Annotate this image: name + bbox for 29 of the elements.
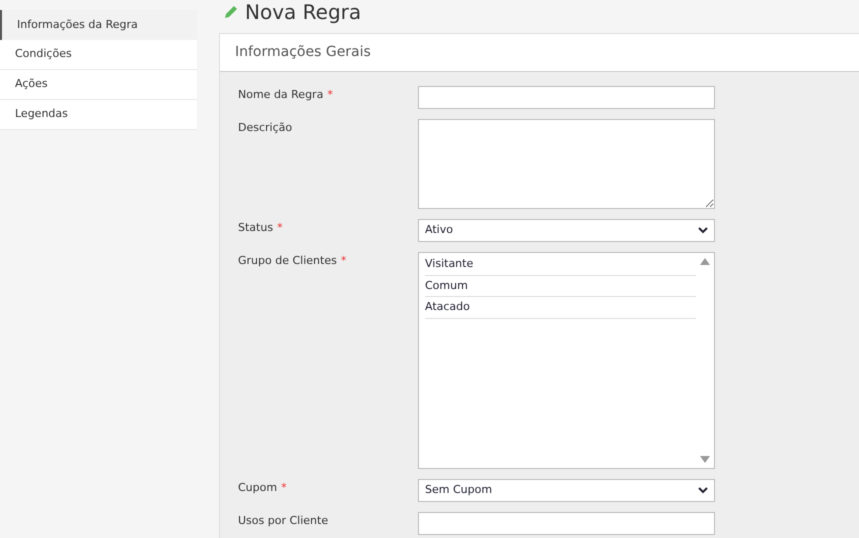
field-label: Nome da Regra	[238, 87, 324, 103]
list-option[interactable]: Atacado	[425, 297, 696, 318]
field-label: Grupo de Clientes	[238, 253, 337, 269]
scroll-up-icon[interactable]	[700, 258, 710, 265]
required-icon: *	[281, 480, 287, 496]
field-label: Usos por Cliente	[238, 513, 328, 529]
chevron-down-icon	[698, 487, 708, 494]
text-area[interactable]	[418, 119, 715, 209]
pencil-icon	[223, 4, 239, 20]
page-title: Nova Regra	[245, 0, 362, 24]
panel-title: Informações Gerais	[235, 43, 371, 62]
sidebar-item[interactable]: Condições	[0, 40, 197, 70]
required-icon: *	[340, 253, 346, 270]
required-icon: *	[327, 87, 333, 104]
select-field[interactable]: Ativo	[418, 219, 715, 242]
scroll-down-icon[interactable]	[700, 456, 710, 463]
list-option[interactable]: Visitante	[425, 254, 696, 276]
field-label: Status	[238, 220, 274, 236]
input-field[interactable]	[418, 512, 715, 535]
required-icon: *	[277, 220, 283, 236]
field-label: Descrição	[238, 120, 292, 136]
list-option[interactable]: Comum	[425, 276, 696, 297]
sidebar-item[interactable]: Ações	[0, 70, 197, 100]
list-box[interactable]: Visitante Comum Atacado	[418, 252, 715, 469]
input-field[interactable]	[418, 86, 715, 109]
field-label: Cupom	[238, 480, 278, 496]
select-field[interactable]: Sem Cupom	[418, 479, 715, 502]
sidebar-item[interactable]: Legendas	[0, 100, 197, 130]
chevron-down-icon	[698, 227, 708, 234]
